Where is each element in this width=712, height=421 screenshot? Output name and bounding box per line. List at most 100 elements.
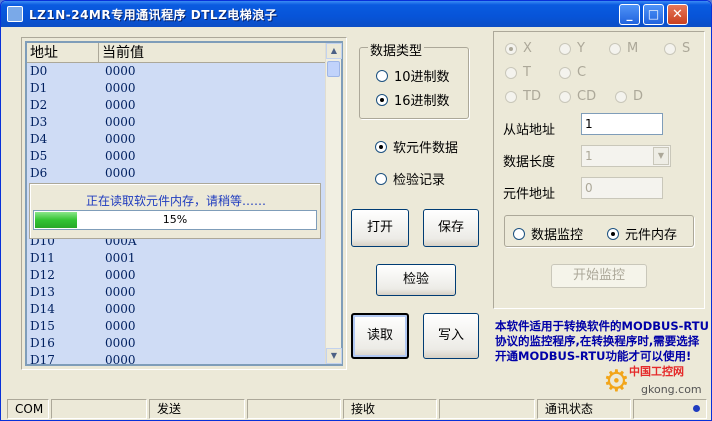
radio-data-monitor-dot[interactable] [513,227,525,240]
row-address: D14 [30,302,55,316]
radio-device-d-label: D [633,89,644,104]
table-row[interactable]: D3 0000 [27,114,327,131]
radio-device-data[interactable]: 软元件数据 [375,137,458,156]
status-comm-label: 通讯状态 [537,399,631,419]
scroll-up-icon[interactable]: ▲ [326,43,342,59]
radio-device-t-label: T [523,65,531,80]
radio-hex[interactable]: 16进制数 [376,90,450,109]
radio-device-t[interactable]: T [505,65,531,80]
app-icon [7,6,23,22]
status-com: COM [7,399,49,419]
maximize-button[interactable]: □ [643,4,664,25]
element-address-label: 元件地址 [503,187,556,202]
radio-device-s-dot[interactable] [664,42,676,55]
element-address-input[interactable]: 0 [581,177,663,199]
radio-data-monitor[interactable]: 数据监控 [513,224,583,243]
radio-element-memory-dot[interactable] [607,227,619,240]
radio-device-c-dot[interactable] [559,66,571,79]
radio-device-data-label: 软元件数据 [393,141,459,156]
minimize-button[interactable]: _ [619,4,640,25]
row-address: D6 [30,166,48,180]
info-note: 本软件适用于转换软件的MODBUS-RTU协议的监控程序,在转换程序时,需要选择… [495,319,709,363]
start-monitor-button[interactable]: 开始监控 [551,264,647,288]
table-row[interactable]: D6 0000 [27,165,327,182]
vertical-scrollbar[interactable]: ▲ ▼ [325,43,342,364]
station-address-label: 从站地址 [503,123,556,138]
row-value: 0000 [105,132,136,146]
row-value: 0000 [105,81,136,95]
column-header-value[interactable]: 当前值 [99,43,327,63]
radio-data-monitor-label: 数据监控 [531,228,584,243]
row-value: 0000 [105,336,136,350]
table-row[interactable]: D11 0001 [27,250,327,267]
table-row[interactable]: D2 0000 [27,97,327,114]
row-address: D16 [30,336,55,350]
column-header-address[interactable]: 地址 [27,43,99,63]
write-button[interactable]: 写入 [423,313,479,359]
read-button[interactable]: 读取 [351,313,409,359]
status-send-label: 发送 [149,399,245,419]
radio-device-y-dot[interactable] [559,42,571,55]
table-row[interactable]: D5 0000 [27,148,327,165]
table-row[interactable]: D12 0000 [27,267,327,284]
list-header: 地址 当前值 [27,43,327,63]
table-row[interactable]: D17 0000 [27,352,327,364]
radio-device-t-dot[interactable] [505,66,517,79]
radio-element-memory[interactable]: 元件内存 [607,224,677,243]
radio-decimal[interactable]: 10进制数 [376,66,450,85]
data-length-label: 数据长度 [503,155,556,170]
close-button[interactable]: ✕ [667,4,688,25]
status-send-value [247,399,341,419]
row-address: D0 [30,64,48,78]
status-receive-value [439,399,535,419]
radio-device-x-dot[interactable] [505,42,517,55]
row-value: 0000 [105,64,136,78]
radio-device-cd-dot[interactable] [559,90,571,103]
radio-device-s[interactable]: S [664,41,690,56]
radio-device-td-dot[interactable] [505,90,517,103]
radio-hex-dot[interactable] [376,93,388,106]
window-title: LZ1N-24MR专用通讯程序 DTLZ电梯浪子 [29,8,278,22]
radio-device-y[interactable]: Y [559,41,585,56]
data-length-combo[interactable]: 1 ▼ [581,145,671,167]
station-address-input[interactable]: 1 [581,113,663,135]
save-button[interactable]: 保存 [423,209,479,247]
table-row[interactable]: D0 0000 [27,63,327,80]
radio-device-td[interactable]: TD [505,89,541,104]
radio-verify-record[interactable]: 检验记录 [375,169,445,188]
table-row[interactable]: D15 0000 [27,318,327,335]
radio-device-d[interactable]: D [615,89,643,104]
radio-device-cd[interactable]: CD [559,89,596,104]
radio-device-c[interactable]: C [559,65,586,80]
row-value: 0000 [105,115,136,129]
radio-verify-record-dot[interactable] [375,172,387,185]
table-row[interactable]: D14 0000 [27,301,327,318]
table-row[interactable]: D1 0000 [27,80,327,97]
row-value: 0000 [105,353,136,364]
radio-device-x[interactable]: X [505,41,532,56]
radio-decimal-dot[interactable] [376,69,388,82]
radio-device-m[interactable]: M [609,41,638,56]
radio-device-data-dot[interactable] [375,140,387,153]
chevron-down-icon[interactable]: ▼ [653,147,669,165]
radio-device-m-label: M [627,41,639,56]
title-bar[interactable]: LZ1N-24MR专用通讯程序 DTLZ电梯浪子 _ □ ✕ [1,1,711,27]
row-address: D15 [30,319,55,333]
radio-device-m-dot[interactable] [609,42,621,55]
row-address: D4 [30,132,48,146]
radio-device-s-label: S [682,41,691,56]
table-row[interactable]: D16 0000 [27,335,327,352]
row-value: 0000 [105,149,136,163]
verify-button[interactable]: 检验 [376,264,456,296]
status-com-value [51,399,147,419]
scroll-down-icon[interactable]: ▼ [326,348,342,364]
row-address: D17 [30,353,55,364]
open-button[interactable]: 打开 [351,209,409,247]
table-row[interactable]: D13 0000 [27,284,327,301]
monitor-type-group: 数据监控 元件内存 [504,215,694,247]
table-row[interactable]: D4 0000 [27,131,327,148]
radio-device-d-dot[interactable] [615,90,627,103]
scroll-thumb[interactable] [327,61,340,77]
progress-message: 正在读取软元件内存，请稍等…… [85,194,266,208]
radio-device-y-label: Y [577,41,585,56]
